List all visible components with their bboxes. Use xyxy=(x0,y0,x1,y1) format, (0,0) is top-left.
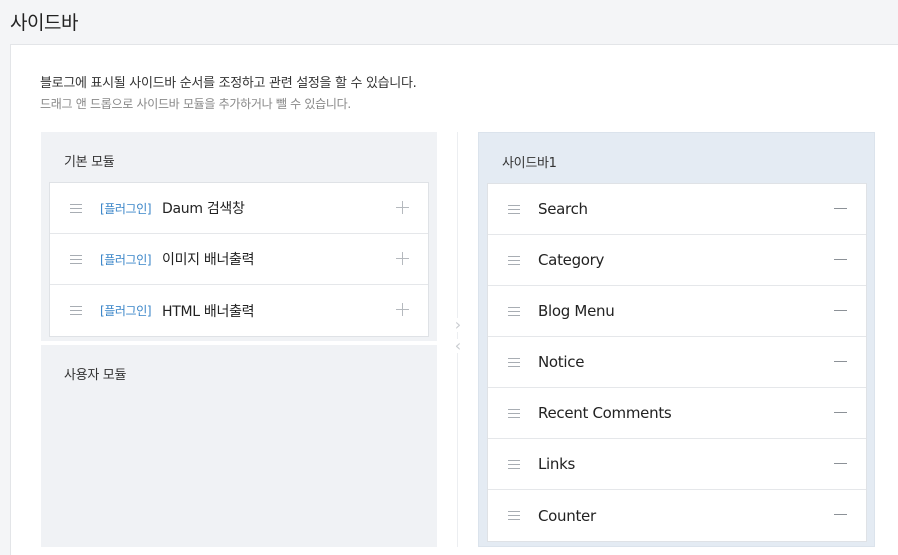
minus-icon[interactable] xyxy=(834,208,847,209)
module-label: Links xyxy=(538,455,576,473)
list-item-notice[interactable]: Notice xyxy=(488,337,866,388)
list-item-blog-menu[interactable]: Blog Menu xyxy=(488,286,866,337)
basic-modules-heading: 기본 모듈 xyxy=(64,155,115,170)
list-item-counter[interactable]: Counter xyxy=(488,490,866,541)
module-label: 이미지 배너출력 xyxy=(162,252,255,268)
drag-handle-icon[interactable] xyxy=(508,205,520,214)
user-modules-heading: 사용자 모듈 xyxy=(64,368,127,383)
description-main: 블로그에 표시될 사이드바 순서를 조정하고 관련 설정을 할 수 있습니다. xyxy=(40,76,417,91)
drag-handle-icon[interactable] xyxy=(508,460,520,469)
plugin-tag: [플러그인] xyxy=(100,201,152,216)
list-item-html-banner[interactable]: [플러그인] HTML 배너출력 xyxy=(50,285,428,336)
basic-modules-box: 기본 모듈 [플러그인] Daum 검색창 [플러그인] 이미지 배너출력 [플… xyxy=(41,132,437,341)
module-column: 기본 모듈 [플러그인] Daum 검색창 [플러그인] 이미지 배너출력 [플… xyxy=(41,132,437,547)
module-label: Recent Comments xyxy=(538,404,672,422)
minus-icon[interactable] xyxy=(834,514,847,515)
description-sub: 드래그 앤 드롭으로 사이드바 모듈을 추가하거나 뺄 수 있습니다. xyxy=(40,97,351,111)
list-item-daum-search[interactable]: [플러그인] Daum 검색창 xyxy=(50,183,428,234)
module-label: Category xyxy=(538,251,605,269)
module-label: Blog Menu xyxy=(538,302,615,320)
module-label: Daum 검색창 xyxy=(162,201,245,217)
user-modules-box: 사용자 모듈 xyxy=(41,345,437,547)
drag-handle-icon[interactable] xyxy=(70,255,82,264)
plugin-tag: [플러그인] xyxy=(100,252,152,267)
sidebar-settings-panel: 블로그에 표시될 사이드바 순서를 조정하고 관련 설정을 할 수 있습니다. … xyxy=(10,44,898,555)
minus-icon[interactable] xyxy=(834,310,847,311)
drag-handle-icon[interactable] xyxy=(508,256,520,265)
list-item-search[interactable]: Search xyxy=(488,184,866,235)
list-item-category[interactable]: Category xyxy=(488,235,866,286)
drag-handle-icon[interactable] xyxy=(70,204,82,213)
drag-handle-icon[interactable] xyxy=(508,409,520,418)
chevron-right-icon: › xyxy=(452,317,464,333)
basic-modules-list: [플러그인] Daum 검색창 [플러그인] 이미지 배너출력 [플러그인] H… xyxy=(49,182,429,337)
drag-handle-icon[interactable] xyxy=(508,307,520,316)
list-item-image-banner[interactable]: [플러그인] 이미지 배너출력 xyxy=(50,234,428,285)
drag-handle-icon[interactable] xyxy=(508,511,520,520)
minus-icon[interactable] xyxy=(834,463,847,464)
sidebar1-box: 사이드바1 Search Category Blog Menu Notice R… xyxy=(478,132,875,547)
module-label: Notice xyxy=(538,353,585,371)
plus-icon[interactable] xyxy=(396,252,409,265)
drag-handle-icon[interactable] xyxy=(70,306,82,315)
list-item-links[interactable]: Links xyxy=(488,439,866,490)
drag-handle-icon[interactable] xyxy=(508,358,520,367)
module-label: HTML 배너출력 xyxy=(162,303,255,320)
chevron-left-icon: ‹ xyxy=(452,338,464,354)
minus-icon[interactable] xyxy=(834,412,847,413)
module-label: Counter xyxy=(538,506,596,525)
page-title: 사이드바 xyxy=(10,12,78,34)
module-label: Search xyxy=(538,200,588,218)
minus-icon[interactable] xyxy=(834,361,847,362)
sidebar1-heading: 사이드바1 xyxy=(502,156,557,171)
list-item-recent-comments[interactable]: Recent Comments xyxy=(488,388,866,439)
plus-icon[interactable] xyxy=(396,303,409,316)
plugin-tag: [플러그인] xyxy=(100,304,152,318)
plus-icon[interactable] xyxy=(396,201,409,214)
sidebar1-list: Search Category Blog Menu Notice Recent xyxy=(487,183,867,542)
minus-icon[interactable] xyxy=(834,259,847,260)
